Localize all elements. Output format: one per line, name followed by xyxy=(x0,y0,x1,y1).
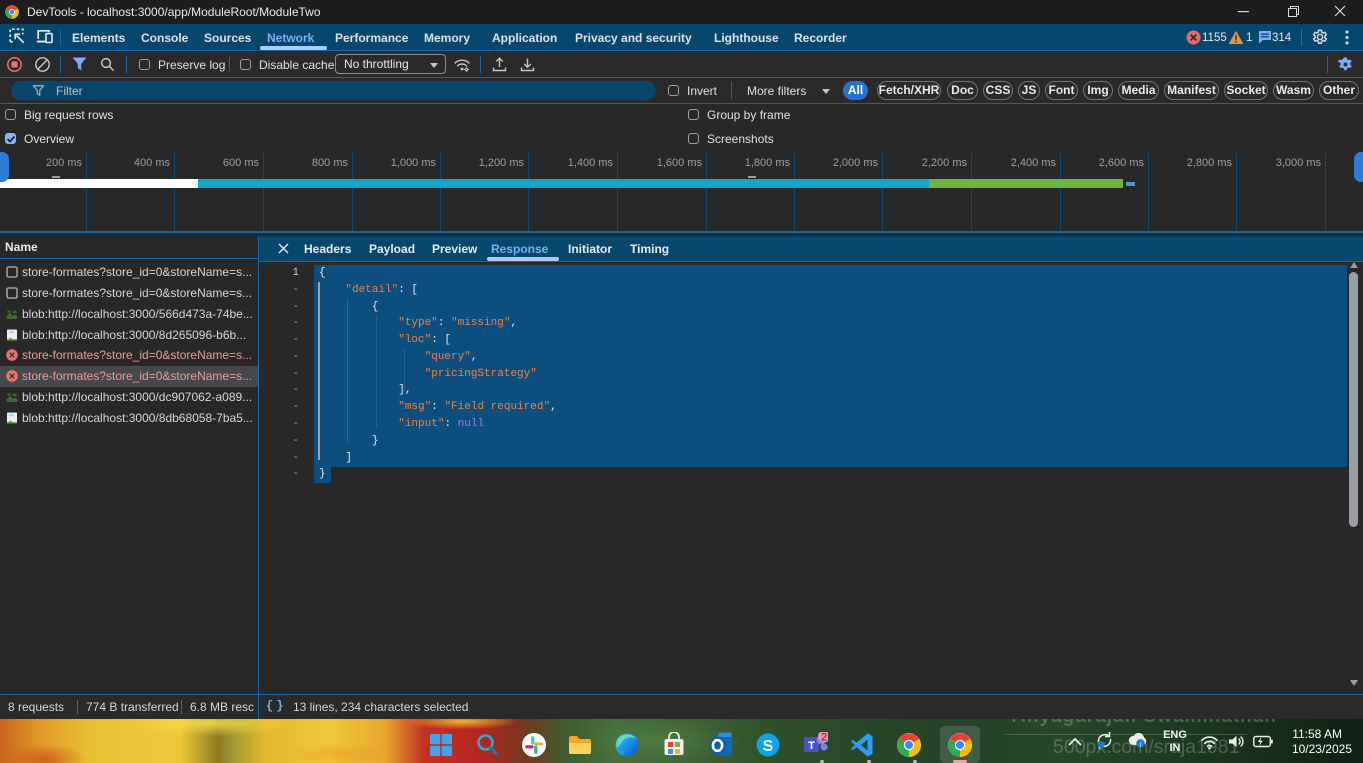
svg-text:S: S xyxy=(763,738,774,755)
svg-text:2: 2 xyxy=(821,732,827,744)
svg-text:i: i xyxy=(1139,739,1141,748)
svg-text:T: T xyxy=(808,740,815,752)
